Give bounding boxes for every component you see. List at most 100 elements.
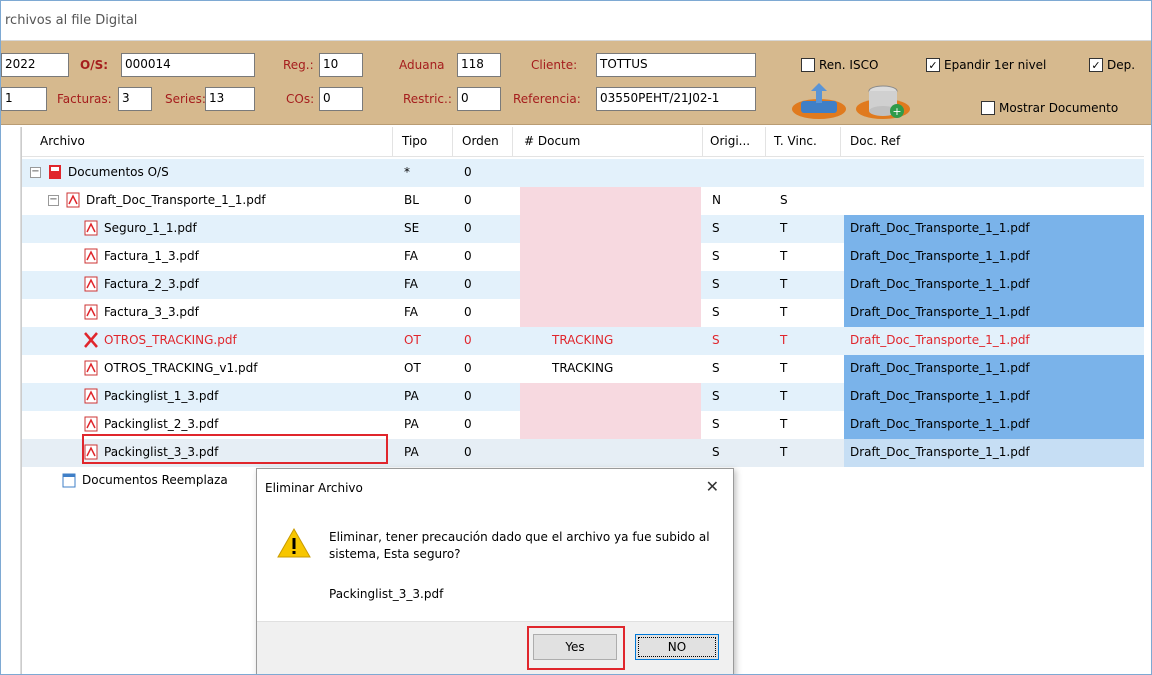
tree-row[interactable]: Factura_2_3.pdf FA 0 S T Draft_Doc_Trans… xyxy=(22,271,1144,299)
row-orden: 0 xyxy=(464,193,472,207)
cos-label: COs: xyxy=(286,92,315,106)
folder-book-icon xyxy=(49,165,61,179)
collapse-icon[interactable]: − xyxy=(48,195,59,206)
pdf-file-icon xyxy=(66,192,80,208)
row-tvinc: T xyxy=(780,445,788,459)
tree-row-error[interactable]: OTROS_TRACKING.pdf OT 0 TRACKING S T Dra… xyxy=(22,327,1144,355)
year-field[interactable]: 2022 xyxy=(1,53,69,77)
row-tipo: PA xyxy=(404,445,419,459)
warning-icon xyxy=(277,527,311,558)
reg-field[interactable]: 10 xyxy=(319,53,363,77)
col-origen[interactable]: Origi... xyxy=(710,134,750,148)
grid-header: Archivo Tipo Orden # Docum Origi... T. V… xyxy=(22,127,1144,157)
row-origen: S xyxy=(712,333,720,347)
pdf-file-icon xyxy=(84,248,98,264)
no-button[interactable]: NO xyxy=(635,634,719,660)
row-tvinc: S xyxy=(780,193,788,207)
row-tvinc: T xyxy=(780,361,788,375)
docref-cell[interactable]: Draft_Doc_Transporte_1_1.pdf xyxy=(844,243,1144,271)
row-tipo: * xyxy=(404,165,410,179)
dialog-title: Eliminar Archivo xyxy=(265,481,363,495)
row-name: Factura_3_3.pdf xyxy=(104,305,199,319)
tree-row[interactable]: Factura_1_3.pdf FA 0 S T Draft_Doc_Trans… xyxy=(22,243,1144,271)
pdf-file-icon xyxy=(84,304,98,320)
docref-cell[interactable]: Draft_Doc_Transporte_1_1.pdf xyxy=(844,439,1144,467)
close-icon[interactable]: ✕ xyxy=(706,477,719,496)
restric-field[interactable]: 0 xyxy=(457,87,501,111)
dep-checkbox[interactable]: ✓ Dep. xyxy=(1089,58,1135,72)
row-origen: S xyxy=(712,249,720,263)
col-orden[interactable]: Orden xyxy=(462,134,499,148)
os-label: O/S: xyxy=(80,58,109,72)
row-orden: 0 xyxy=(464,333,472,347)
row-tipo: PA xyxy=(404,417,419,431)
check-icon: ✓ xyxy=(1089,58,1103,72)
tree-row[interactable]: Seguro_1_1.pdf SE 0 S T Draft_Doc_Transp… xyxy=(22,215,1144,243)
selection-highlight xyxy=(82,434,388,464)
docref-cell[interactable]: Draft_Doc_Transporte_1_1.pdf xyxy=(844,383,1144,411)
col-tvinc[interactable]: T. Vinc. xyxy=(774,134,817,148)
dialog-filename: Packinglist_3_3.pdf xyxy=(329,587,444,601)
row-orden: 0 xyxy=(464,165,472,179)
row-orden: 0 xyxy=(464,277,472,291)
referencia-label: Referencia: xyxy=(513,92,581,106)
mostrar-documento-checkbox[interactable]: Mostrar Documento xyxy=(981,101,1118,115)
collapse-icon[interactable]: − xyxy=(30,167,41,178)
docref-cell[interactable]: Draft_Doc_Transporte_1_1.pdf xyxy=(844,215,1144,243)
col-docref[interactable]: Doc. Ref xyxy=(850,134,900,148)
ren-isco-checkbox[interactable]: Ren. ISCO xyxy=(801,58,878,72)
docref-cell[interactable]: Draft_Doc_Transporte_1_1.pdf xyxy=(844,411,1144,439)
row-origen: S xyxy=(712,221,720,235)
expandir-checkbox[interactable]: ✓ Epandir 1er nivel xyxy=(926,58,1046,72)
ndocum-cell[interactable] xyxy=(520,383,701,411)
row-orden: 0 xyxy=(464,445,472,459)
tree-row[interactable]: − Documentos O/S * 0 xyxy=(22,159,1144,187)
filter-toolbar: 2022 O/S: 000014 Reg.: 10 Aduana 118 Cli… xyxy=(1,41,1151,125)
expandir-label: Epandir 1er nivel xyxy=(944,58,1047,72)
col-ndocum[interactable]: # Docum xyxy=(524,134,580,148)
tree-row[interactable]: Factura_3_3.pdf FA 0 S T Draft_Doc_Trans… xyxy=(22,299,1144,327)
window-title: rchivos al file Digital xyxy=(5,13,138,28)
row-name: Seguro_1_1.pdf xyxy=(104,221,197,235)
tree-row[interactable]: − Draft_Doc_Transporte_1_1.pdf BL 0 N S xyxy=(22,187,1144,215)
col-tipo[interactable]: Tipo xyxy=(402,134,427,148)
folder-doc-icon xyxy=(62,473,76,488)
ndocum-cell[interactable] xyxy=(520,299,701,327)
row-orden: 0 xyxy=(464,389,472,403)
cliente-field[interactable]: TOTTUS xyxy=(596,53,756,77)
docref-cell[interactable]: Draft_Doc_Transporte_1_1.pdf xyxy=(844,299,1144,327)
docref-cell[interactable]: Draft_Doc_Transporte_1_1.pdf xyxy=(844,271,1144,299)
tree-row[interactable]: OTROS_TRACKING_v1.pdf OT 0 TRACKING S T … xyxy=(22,355,1144,383)
col-archivo[interactable]: Archivo xyxy=(40,134,85,148)
docref-text: Draft_Doc_Transporte_1_1.pdf xyxy=(850,249,1030,263)
ndocum-cell[interactable] xyxy=(520,215,701,243)
facturas-field[interactable]: 3 xyxy=(118,87,152,111)
row-origen: S xyxy=(712,361,720,375)
cos-field[interactable]: 0 xyxy=(319,87,363,111)
row-name: OTROS_TRACKING_v1.pdf xyxy=(104,361,258,375)
row2-field[interactable]: 1 xyxy=(1,87,47,111)
row-name: Draft_Doc_Transporte_1_1.pdf xyxy=(86,193,266,207)
ndocum-cell[interactable] xyxy=(520,243,701,271)
row-orden: 0 xyxy=(464,249,472,263)
row-name: Factura_2_3.pdf xyxy=(104,277,199,291)
referencia-field[interactable]: 03550PEHT/21J02-1 xyxy=(596,87,756,111)
database-add-icon[interactable]: + xyxy=(853,83,913,119)
tree-row[interactable]: Packinglist_1_3.pdf PA 0 S T Draft_Doc_T… xyxy=(22,383,1144,411)
series-field[interactable]: 13 xyxy=(205,87,255,111)
docref-text: Draft_Doc_Transporte_1_1.pdf xyxy=(850,277,1030,291)
ndocum-cell[interactable] xyxy=(520,187,701,215)
row-tvinc: T xyxy=(780,221,788,235)
row-origen: S xyxy=(712,305,720,319)
row-orden: 0 xyxy=(464,361,472,375)
reg-label: Reg.: xyxy=(283,58,314,72)
facturas-label: Facturas: xyxy=(57,92,112,106)
pdf-file-error-icon xyxy=(84,332,98,348)
ndocum-cell[interactable] xyxy=(520,271,701,299)
os-field[interactable]: 000014 xyxy=(121,53,255,77)
aduana-field[interactable]: 118 xyxy=(457,53,501,77)
upload-scanner-icon[interactable] xyxy=(789,83,849,119)
docref-cell[interactable]: Draft_Doc_Transporte_1_1.pdf xyxy=(844,355,1144,383)
ndocum-cell[interactable] xyxy=(520,411,701,439)
row-tvinc: T xyxy=(780,389,788,403)
